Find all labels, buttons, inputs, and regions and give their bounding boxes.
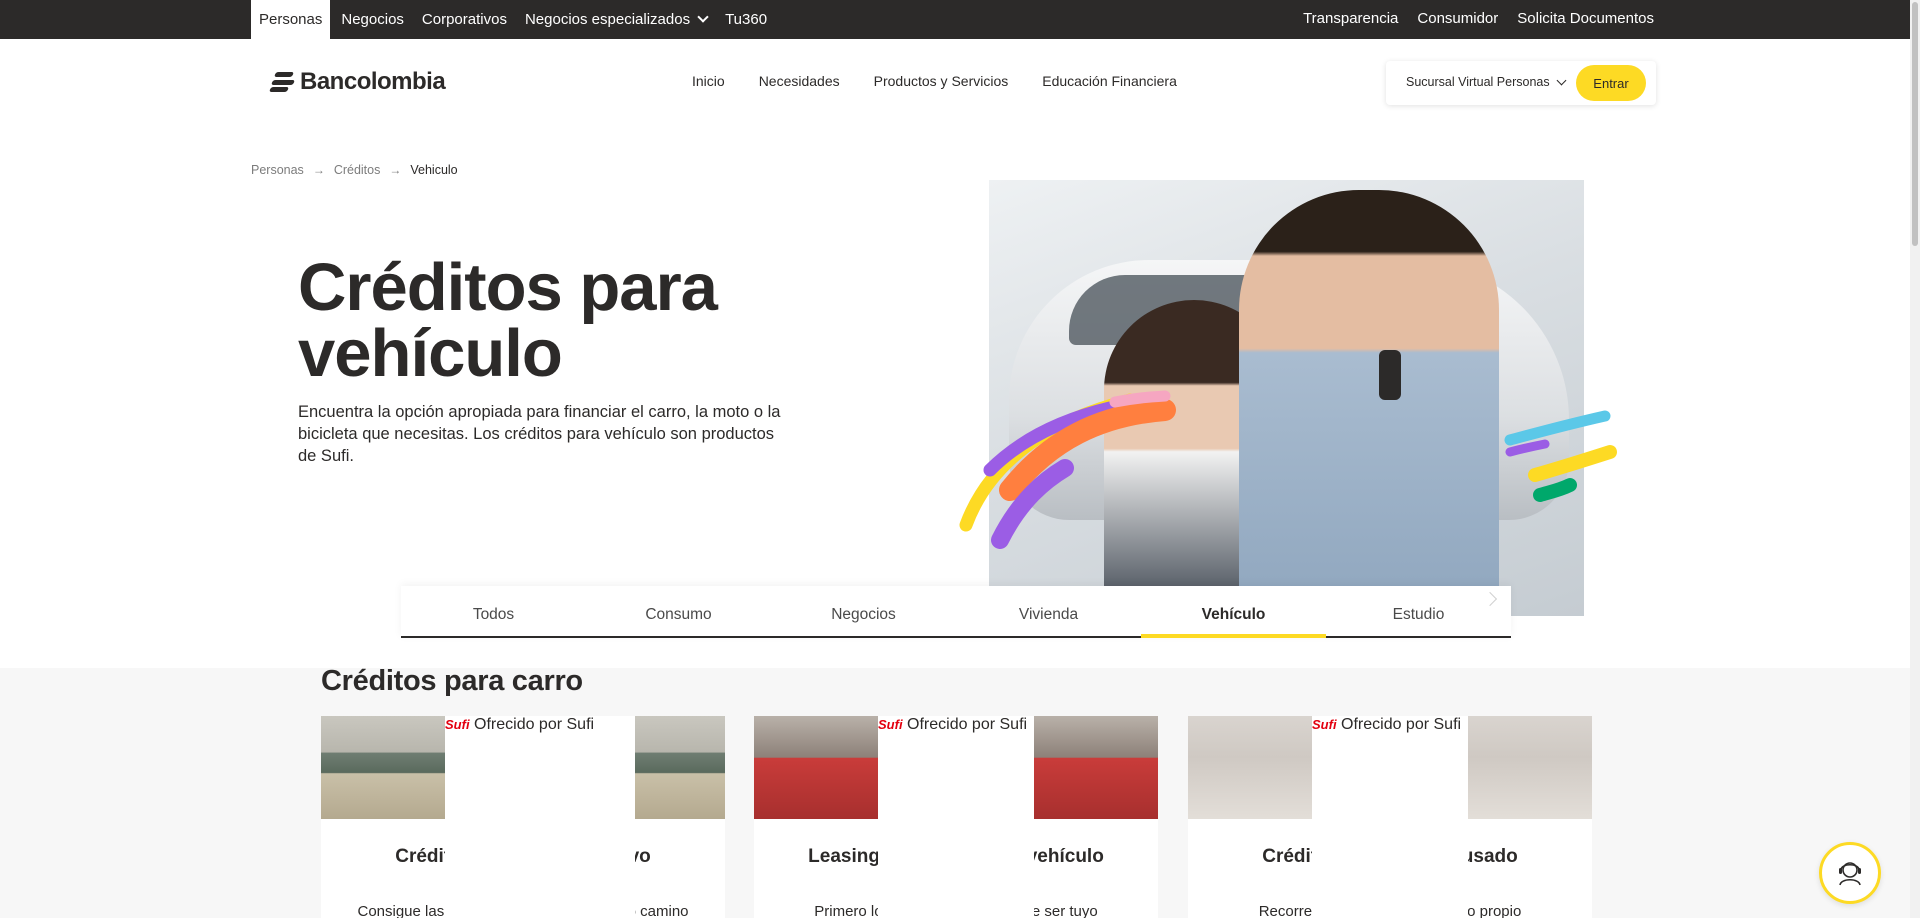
nav-inicio[interactable]: Inicio <box>692 73 725 89</box>
tab-negocios[interactable]: Negocios <box>771 586 956 636</box>
hero-person-man-shape <box>1239 190 1499 616</box>
utility-nav: Transparencia Consumidor Solicita Docume… <box>1303 0 1654 37</box>
breadcrumb: Personas → Créditos → Vehiculo <box>251 163 458 177</box>
segment-personas[interactable]: Personas <box>251 0 331 39</box>
scrollbar-thumb[interactable] <box>1912 2 1918 246</box>
sufi-badge-text: Ofrecido por Sufi <box>1341 716 1462 733</box>
arrow-right-icon: → <box>389 163 402 177</box>
tab-vivienda[interactable]: Vivienda <box>956 586 1141 636</box>
sufi-logo: Sufi <box>878 717 903 732</box>
entrar-button[interactable]: Entrar <box>1576 65 1646 101</box>
page-scrollbar[interactable] <box>1910 0 1920 918</box>
help-agent-button[interactable] <box>1819 842 1881 904</box>
arrow-right-icon: → <box>312 163 325 177</box>
sucursal-virtual-dropdown[interactable]: Sucursal Virtual Personas <box>1406 75 1567 89</box>
bancolombia-logo-icon <box>268 71 296 93</box>
sufi-logo: Sufi <box>1312 717 1337 732</box>
sufi-badge: Sufi Ofrecido por Sufi <box>1312 716 1468 918</box>
segment-nav: Personas Negocios Corporativos Negocios … <box>251 0 776 39</box>
nav-productos-servicios[interactable]: Productos y Servicios <box>874 73 1009 89</box>
segment-negocios-especializados[interactable]: Negocios especializados <box>516 0 716 39</box>
login-box: Sucursal Virtual Personas Entrar <box>1386 61 1656 105</box>
sufi-badge: Sufi Ofrecido por Sufi <box>878 716 1034 918</box>
breadcrumb-creditos[interactable]: Créditos <box>334 163 381 177</box>
tab-consumo[interactable]: Consumo <box>586 586 771 636</box>
bancolombia-logo[interactable]: Bancolombia <box>268 68 446 96</box>
help-agent-icon <box>1839 862 1861 886</box>
sufi-badge: Sufi Ofrecido por Sufi <box>445 716 635 918</box>
link-transparencia[interactable]: Transparencia <box>1303 10 1398 27</box>
nav-educacion-financiera[interactable]: Educación Financiera <box>1042 73 1177 89</box>
logo-text: Bancolombia <box>300 68 446 95</box>
breadcrumb-current: Vehiculo <box>410 163 458 177</box>
credit-type-tabs: Todos Consumo Negocios Vivienda Vehículo… <box>401 586 1511 638</box>
page-title: Créditos para vehículo <box>298 250 718 391</box>
breadcrumb-personas[interactable]: Personas <box>251 163 304 177</box>
sufi-logo: Sufi <box>445 717 470 732</box>
chevron-down-icon <box>1556 75 1567 85</box>
link-consumidor[interactable]: Consumidor <box>1417 10 1498 27</box>
segment-negocios-especializados-label: Negocios especializados <box>524 11 691 28</box>
segment-tu360[interactable]: Tu360 <box>716 0 776 39</box>
sufi-badge-text: Ofrecido por Sufi <box>474 716 595 733</box>
chevron-down-icon <box>697 11 709 23</box>
top-bar: Personas Negocios Corporativos Negocios … <box>0 0 1920 39</box>
tab-estudio[interactable]: Estudio <box>1326 586 1511 636</box>
main-nav: Inicio Necesidades Productos y Servicios… <box>692 73 1211 89</box>
tab-todos[interactable]: Todos <box>401 586 586 636</box>
car-key-icon <box>1379 350 1401 400</box>
nav-necesidades[interactable]: Necesidades <box>759 73 840 89</box>
hero-image <box>989 180 1584 616</box>
sucursal-virtual-label: Sucursal Virtual Personas <box>1406 75 1550 89</box>
sufi-badge-text: Ofrecido por Sufi <box>907 716 1028 733</box>
tab-vehiculo[interactable]: Vehículo <box>1141 586 1326 638</box>
segment-corporativos[interactable]: Corporativos <box>413 0 516 39</box>
segment-negocios[interactable]: Negocios <box>332 0 413 39</box>
hero-description: Encuentra la opción apropiada para finan… <box>298 403 781 465</box>
section-title: Créditos para carro <box>321 665 583 697</box>
link-solicita-documentos[interactable]: Solicita Documentos <box>1517 10 1654 27</box>
